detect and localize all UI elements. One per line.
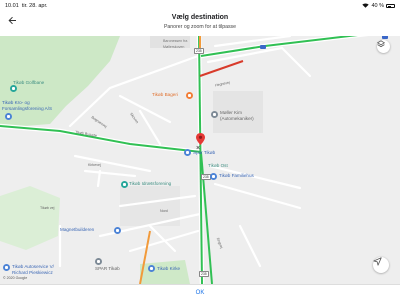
battery-icon bbox=[386, 4, 395, 8]
map-canvas bbox=[0, 36, 369, 284]
navigation-button[interactable] bbox=[373, 257, 389, 273]
status-bar: 10.01 tir. 28. apr. 40 % bbox=[0, 0, 400, 12]
map-copyright: © 2020 Google bbox=[3, 276, 28, 280]
place-label: Tikøb Idrætsforening bbox=[129, 181, 172, 186]
place-label: Tikøb Ost bbox=[208, 163, 228, 168]
layers-button[interactable] bbox=[377, 40, 390, 53]
car-repair-icon bbox=[3, 264, 10, 271]
park-area bbox=[140, 260, 190, 284]
motorway-shield bbox=[260, 45, 266, 49]
battery-percent: 40 % bbox=[371, 3, 384, 9]
church-icon bbox=[148, 265, 155, 272]
place-label: Magnetbuilderen bbox=[60, 227, 95, 232]
motorway-shield bbox=[382, 36, 388, 39]
shopping-icon bbox=[184, 149, 191, 156]
place-label: Tikøb Kirke bbox=[157, 266, 181, 271]
page-subtitle: Panorer og zoom for at tilpasse bbox=[163, 24, 237, 30]
car-repair-icon bbox=[211, 111, 218, 118]
status-time-date: 10.01 tir. 28. apr. bbox=[5, 3, 48, 9]
field-area bbox=[0, 186, 60, 250]
shopping-icon bbox=[114, 227, 121, 234]
ok-button[interactable]: OK bbox=[196, 290, 205, 296]
road-number-shield: 235 bbox=[199, 271, 209, 277]
building-icon bbox=[210, 173, 217, 180]
shopping-icon bbox=[95, 258, 102, 265]
status-indicators: 40 % bbox=[362, 3, 395, 10]
golf-icon bbox=[10, 85, 17, 92]
header: Vælg destination Panorer og zoom for at … bbox=[0, 12, 400, 36]
page-title: Vælg destination bbox=[171, 14, 229, 21]
place-label: Tikøb Golfbane bbox=[13, 80, 45, 85]
place-label-mollerskoven: Møllerskoven bbox=[163, 45, 185, 49]
crosshair-icon: × bbox=[196, 145, 201, 152]
building-icon bbox=[5, 113, 12, 120]
road-label-tikob-vej: Tikøb vej bbox=[40, 206, 55, 210]
bakery-icon bbox=[186, 92, 193, 99]
road-number-shield: 235 bbox=[194, 48, 204, 54]
destination-marker[interactable] bbox=[196, 133, 205, 145]
place-label: Møller Kim (Automekaniker) bbox=[220, 110, 254, 121]
place-label: Tikøb Autoservice V/ Richard Pieskiewicz bbox=[12, 264, 54, 275]
sports-icon bbox=[121, 181, 128, 188]
place-label: SPAR Tikøb bbox=[95, 266, 120, 271]
place-label: Tikøb Kro- og Forsamlingsforening A/S bbox=[2, 100, 53, 111]
wifi-icon bbox=[362, 3, 370, 10]
road-label-kirkevej: Kirkevej bbox=[88, 163, 101, 167]
place-label: Tikøb Bageri bbox=[152, 92, 178, 97]
map-view[interactable]: 235 235 235 Bognæsvej Tikøb Bygade Kirke… bbox=[0, 36, 400, 284]
footer-bar: OK bbox=[0, 284, 400, 300]
place-label-baronessen: Baronessen fra bbox=[163, 39, 188, 43]
place-label: Tikøb Familiehus bbox=[219, 173, 254, 178]
road-label-nord: Nord bbox=[160, 209, 168, 213]
